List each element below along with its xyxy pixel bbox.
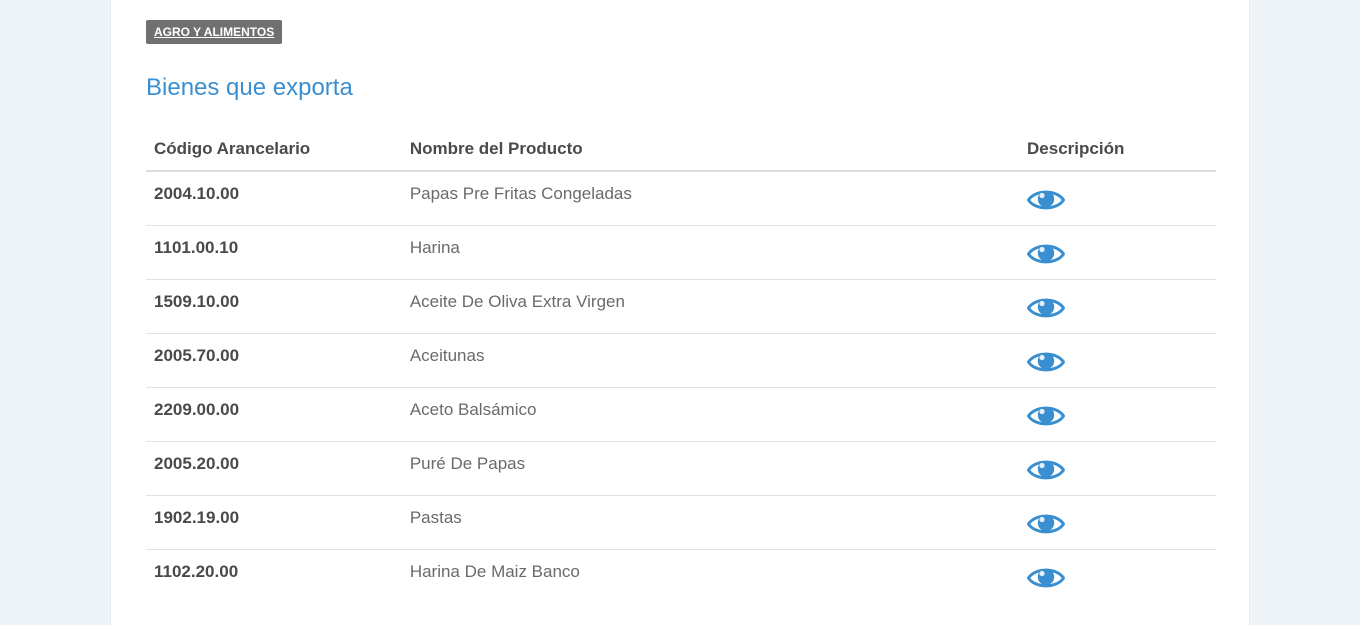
tariff-code: 2005.20.00 <box>146 441 402 496</box>
product-name: Papas Pre Fritas Congeladas <box>401 171 1020 226</box>
tariff-code: 2005.70.00 <box>146 333 402 388</box>
table-row: 1102.20.00 Harina De Maiz Banco <box>146 549 1216 603</box>
description-cell <box>1019 441 1216 496</box>
content-panel: AGRO Y ALIMENTOS Bienes que exporta Códi… <box>110 0 1250 625</box>
tariff-code: 1902.19.00 <box>146 495 402 550</box>
table-row: 1101.00.10 Harina <box>146 225 1216 280</box>
product-name: Harina <box>401 225 1020 280</box>
product-name: Pastas <box>401 495 1020 550</box>
view-description-button[interactable] <box>1027 402 1066 430</box>
product-name: Harina De Maiz Banco <box>409 561 580 581</box>
eye-icon <box>1027 298 1066 317</box>
description-cell <box>1019 387 1216 442</box>
products-table: Código Arancelario Nombre del Producto D… <box>146 127 1216 603</box>
table-row: 2209.00.00 Aceto Balsámico <box>146 387 1216 442</box>
table-header: Código Arancelario Nombre del Producto D… <box>146 127 1216 172</box>
eye-icon <box>1027 514 1066 533</box>
eye-icon <box>1027 352 1066 371</box>
view-description-button[interactable] <box>1027 510 1066 538</box>
header-description: Descripción <box>1019 127 1216 172</box>
view-description-button[interactable] <box>1027 564 1066 592</box>
table-row: 2005.70.00 Aceitunas <box>146 333 1216 388</box>
description-cell <box>1019 333 1216 388</box>
product-name: Aceitunas <box>401 333 1020 388</box>
tariff-code: 1101.00.10 <box>146 225 402 280</box>
description-cell <box>1019 279 1216 334</box>
description-cell <box>1019 171 1216 226</box>
description-cell <box>1019 225 1216 280</box>
eye-icon <box>1027 244 1066 263</box>
product-name: Aceto Balsámico <box>401 387 1020 442</box>
table-row: 2005.20.00 Puré De Papas <box>146 441 1216 496</box>
table-row: 1902.19.00 Pastas <box>146 495 1216 550</box>
view-description-button[interactable] <box>1027 240 1066 268</box>
eye-icon <box>1027 406 1066 425</box>
eye-icon <box>1027 460 1066 479</box>
view-description-button[interactable] <box>1027 186 1066 214</box>
tariff-code: 1509.10.00 <box>146 279 402 334</box>
description-cell <box>1019 549 1216 603</box>
view-description-button[interactable] <box>1027 294 1066 322</box>
table-row: 2004.10.00 Papas Pre Fritas Congeladas <box>146 171 1216 226</box>
description-cell <box>1019 495 1216 550</box>
product-name: Puré De Papas <box>401 441 1020 496</box>
view-description-button[interactable] <box>1027 348 1066 376</box>
table-body: 2004.10.00 Papas Pre Fritas Congeladas 1… <box>146 171 1216 603</box>
section-title: Bienes que exporta <box>146 74 353 101</box>
product-name: Aceite De Oliva Extra Virgen <box>401 279 1020 334</box>
eye-icon <box>1027 568 1066 587</box>
eye-icon <box>1027 190 1066 210</box>
view-description-button[interactable] <box>1027 456 1066 484</box>
table-row: 1509.10.00 Aceite De Oliva Extra Virgen <box>146 279 1216 334</box>
tariff-code: 1102.20.00 <box>154 561 239 581</box>
header-name: Nombre del Producto <box>401 127 1020 172</box>
header-code: Código Arancelario <box>146 127 402 172</box>
tariff-code: 2004.10.00 <box>146 171 402 226</box>
tariff-code: 2209.00.00 <box>146 387 402 442</box>
header-row: Código Arancelario Nombre del Producto D… <box>146 127 1216 172</box>
category-tag-link[interactable]: AGRO Y ALIMENTOS <box>146 20 283 44</box>
